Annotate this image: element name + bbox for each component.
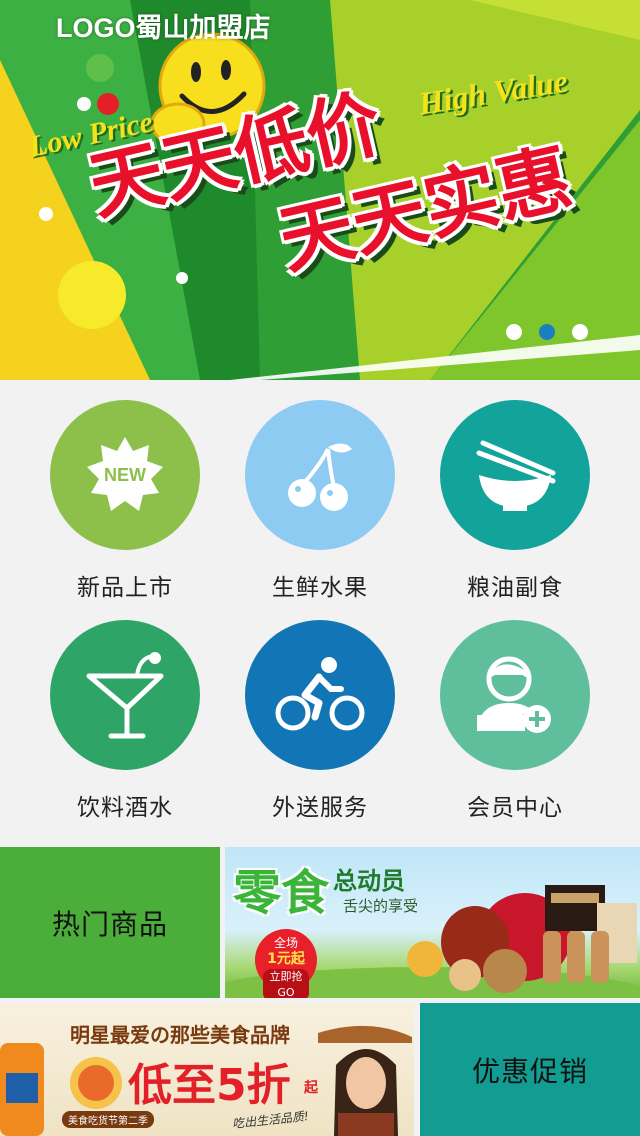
hot-products-tile[interactable]: 热门商品 bbox=[0, 847, 220, 998]
carousel-dot-2[interactable] bbox=[539, 324, 555, 340]
category-label: 粮油副食 bbox=[467, 575, 563, 601]
badge-price-text: 1元起 bbox=[267, 951, 305, 967]
category-label: 饮料酒水 bbox=[77, 795, 173, 821]
category-label: 生鲜水果 bbox=[272, 575, 368, 601]
category-grid: NEW 新品上市 生鲜水果 粮油副食 饮料酒水 外送服务 会员中心 bbox=[0, 380, 640, 846]
category-delivery[interactable]: 外送服务 bbox=[245, 620, 395, 822]
category-drinks[interactable]: 饮料酒水 bbox=[50, 620, 200, 822]
snack-promo-banner[interactable]: 零食 总动员 舌尖的享受 全场 1元起 立即抢GO bbox=[225, 847, 640, 998]
badge-go-button[interactable]: 立即抢GO bbox=[263, 969, 309, 998]
category-label: 会员中心 bbox=[467, 795, 563, 821]
category-grain-oil[interactable]: 粮油副食 bbox=[440, 400, 590, 602]
category-label: 外送服务 bbox=[272, 795, 368, 821]
snack-title: 零食 bbox=[233, 865, 330, 921]
cocktail-icon bbox=[50, 620, 200, 770]
category-label: 新品上市 bbox=[77, 575, 173, 601]
badge-top-text: 全场 bbox=[273, 936, 298, 950]
brand-sale-tag: 美食吃货节第二季 bbox=[62, 1111, 154, 1128]
category-new-arrivals[interactable]: NEW 新品上市 bbox=[50, 400, 200, 602]
carousel-dot-3[interactable] bbox=[572, 324, 588, 340]
cherry-icon bbox=[245, 400, 395, 550]
new-badge-icon: NEW bbox=[50, 400, 200, 550]
carousel-dot-1[interactable] bbox=[506, 324, 522, 340]
cyclist-icon bbox=[245, 620, 395, 770]
snack-tagline: 舌尖的享受 bbox=[343, 897, 419, 915]
brand-sale-discount: 低至5折 bbox=[128, 1060, 291, 1111]
brand-sale-suffix: 起 bbox=[304, 1080, 318, 1096]
snack-price-badge[interactable]: 全场 1元起 立即抢GO bbox=[255, 929, 317, 998]
member-add-icon bbox=[440, 620, 590, 770]
snack-subtitle: 总动员 bbox=[333, 867, 405, 895]
category-member-center[interactable]: 会员中心 bbox=[440, 620, 590, 822]
brand-sale-headline: 明星最爱の那些美食品牌 bbox=[70, 1023, 290, 1047]
brand-sale-banner[interactable]: 明星最爱の那些美食品牌 低至5折 起 吃出生活品质! 美食吃货节第二季 bbox=[0, 1003, 414, 1136]
new-badge-text: NEW bbox=[104, 465, 146, 485]
category-fresh-fruit[interactable]: 生鲜水果 bbox=[245, 400, 395, 602]
store-logo[interactable]: LOGO蜀山加盟店 bbox=[56, 6, 271, 45]
discount-promotion-tile[interactable]: 优惠促销 bbox=[420, 1003, 640, 1136]
bowl-chopsticks-icon bbox=[440, 400, 590, 550]
hero-banner[interactable]: LOGO蜀山加盟店 Low Price High Value 天天低价 天天实惠 bbox=[0, 0, 640, 380]
carousel-indicator bbox=[506, 324, 588, 340]
